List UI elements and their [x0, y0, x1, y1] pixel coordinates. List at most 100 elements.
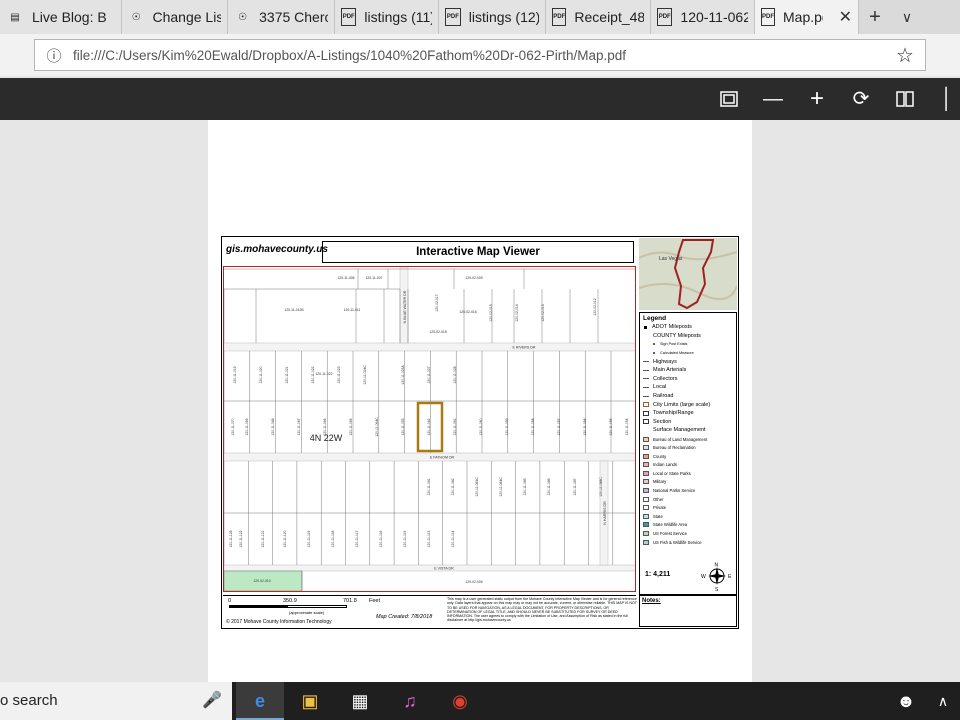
map-scale-ratio: 1: 4,211 [645, 571, 671, 578]
file-explorer-icon[interactable]: ▣ [286, 682, 334, 720]
tab-3[interactable]: ☉ 3375 Cherc [228, 0, 335, 34]
legend-swatch [644, 325, 647, 329]
legend-label: Highways [653, 358, 677, 365]
parcel-label: 120-11-022 [311, 366, 315, 383]
tab-label: 120-11-062 [680, 9, 748, 25]
taskbar-search-box[interactable]: o search 🎤 [0, 682, 232, 720]
parcel-label: 120-11-082 [451, 478, 455, 495]
legend-label: County [653, 453, 667, 459]
notes-label: Notes: [642, 598, 661, 604]
globe-icon: ☉ [238, 11, 248, 23]
store-icon[interactable]: ▦ [336, 682, 384, 720]
parcel-label: 120-11-062 [427, 418, 431, 435]
parcel-label: 120-11-056 [583, 418, 587, 435]
tab-6[interactable]: PDF Receipt_487 [546, 0, 651, 34]
close-tab-icon[interactable]: ✕ [839, 7, 852, 27]
legend-item: National Parks Service [643, 486, 733, 495]
legend-swatch [643, 539, 649, 545]
pdf-icon: PDF [657, 8, 673, 26]
legend-swatch [643, 402, 649, 408]
itunes-icon[interactable]: ♫ [386, 682, 434, 720]
parcel-label: 120-02-018 [429, 330, 446, 334]
pdf-toolbar: — + ⟳ │ [0, 78, 960, 120]
parcel-label: 120-11-119 [307, 530, 311, 547]
tab-4[interactable]: PDF listings (11) [335, 0, 439, 34]
scale-units: Feet [369, 598, 381, 604]
tab-5[interactable]: PDF listings (12) [439, 0, 546, 34]
legend-label: Military [653, 479, 667, 485]
parcel-label: 120-11-086 [547, 478, 551, 495]
parcel-label: 120-11-012B [284, 308, 304, 312]
legend-item: COUNTY Mileposts [643, 332, 733, 341]
zoom-out-icon[interactable]: — [760, 86, 786, 112]
tab-overflow-chevron-icon[interactable]: ∨ [891, 9, 923, 26]
parcel-label: 120-11-025A [401, 365, 405, 385]
parcel-label: 120-11-083C [475, 477, 479, 497]
legend-label: Township/Range [653, 410, 694, 417]
street-band [224, 342, 635, 352]
street-label-vista: E VISTA DR [434, 567, 454, 571]
parcel-label: 120-11-053 [401, 418, 405, 435]
legend-item: ADOT Mileposts [643, 323, 733, 332]
parcel-label: 120-02-015 [489, 304, 493, 321]
edge-browser-icon[interactable]: e [236, 682, 284, 720]
tab-2[interactable]: ☉ Change List [122, 0, 228, 34]
map-title: Interactive Map Viewer [322, 241, 634, 263]
address-url[interactable]: file:///C:/Users/Kim%20Ewald/Dropbox/A-L… [73, 48, 885, 63]
legend-items: ADOT Mileposts COUNTY Mileposts Sign Post … [643, 323, 733, 546]
tab-8[interactable]: PDF Map.pdf ✕ [755, 0, 859, 34]
zoom-in-icon[interactable]: + [804, 86, 830, 112]
legend-label: Surface Management [653, 427, 706, 434]
tab-strip: ▤ Live Blog: B ☉ Change List ☉ 3375 Cherc PDF l… [0, 0, 960, 34]
legend-swatch [643, 462, 649, 468]
parcel-label: 120-11-006 [337, 276, 354, 280]
new-tab-button[interactable]: + [859, 6, 891, 29]
microphone-icon[interactable]: 🎤 [202, 690, 222, 710]
legend-item: US Fish & Wildlife Service [643, 538, 733, 547]
tab-1[interactable]: ▤ Live Blog: B [0, 0, 122, 34]
rotate-icon[interactable]: ⟳ [848, 86, 874, 112]
people-icon[interactable]: ☻ [886, 682, 926, 720]
info-icon[interactable]: ⓘ [35, 45, 73, 66]
parcel-label: 120-11-011 [344, 308, 361, 312]
legend-item: Local or State Parks [643, 469, 733, 478]
legend-item: State Wildlife Area [643, 521, 733, 530]
parcel-label: 120-11-069 [245, 418, 249, 435]
parcel-label: 120-11-114 [451, 530, 455, 547]
parcel-label: 120-11-054 [625, 418, 629, 435]
fit-to-page-icon[interactable] [716, 86, 742, 112]
address-bar[interactable]: ⓘ file:///C:/Users/Kim%20Ewald/Dropbox/A… [34, 39, 926, 71]
page-view-icon[interactable] [892, 86, 918, 112]
legend-item: Local [643, 383, 733, 392]
legend-swatch [643, 369, 649, 371]
parcel-label: 120-11-022 [315, 372, 332, 376]
parcel-label: 120-11-028 [453, 366, 457, 383]
legend-item: Private [643, 503, 733, 512]
legend-item: Bureau of Reclamation [643, 443, 733, 452]
legend-label: Bureau of Reclamation [653, 445, 696, 451]
legend-label: Bureau of Land Management [653, 436, 708, 442]
disclaimer-text: This map is a user generated static outp… [447, 597, 637, 623]
parcel-label: 120-11-084C [499, 477, 503, 497]
legend-swatch [643, 361, 649, 363]
parcel-map: 120-11-062 120-11-061 120-11-060 120-11-059… [224, 267, 635, 591]
parcel-label: 120-11-020 [259, 366, 263, 383]
scale-tick-2: 701.8 [343, 598, 357, 604]
parcel-label: 120-11-121 [261, 530, 265, 547]
chrome-icon[interactable]: ◉ [436, 682, 484, 720]
more-options-icon[interactable]: │ [934, 86, 960, 112]
parcel-label: 120-11-081 [427, 478, 431, 495]
legend-label: Other [653, 496, 664, 502]
favorite-star-icon[interactable]: ☆ [885, 43, 925, 68]
legend-swatch [643, 479, 649, 485]
legend-swatch [653, 352, 655, 355]
scale-tick-0: 0 [228, 598, 232, 604]
parcel-label: 120-11-065 [349, 418, 353, 435]
parcel-label: 120-02-010 [253, 579, 270, 583]
parcel-label: 120-11-007 [365, 276, 382, 280]
parcel-label: 120-02-009 [465, 276, 482, 280]
tray-chevron-icon[interactable]: ∧ [926, 682, 960, 720]
tab-7[interactable]: PDF 120-11-062 [651, 0, 755, 34]
inset-city-label: Las Vegas [659, 256, 683, 262]
street-label-harris: N HARRIS DR [603, 501, 607, 525]
